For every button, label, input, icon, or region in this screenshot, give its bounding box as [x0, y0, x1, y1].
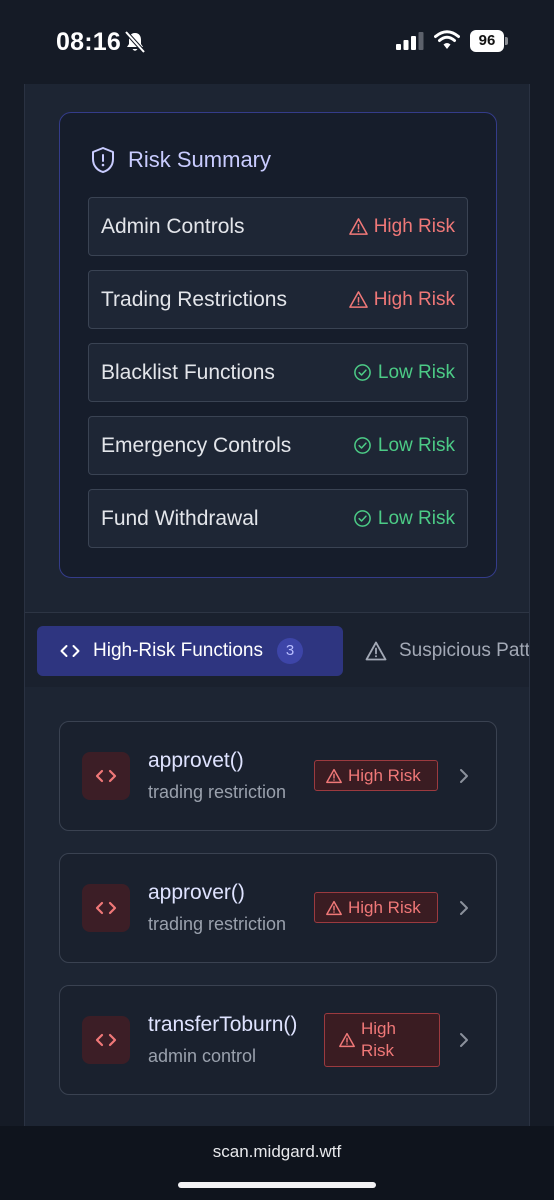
- function-icon-box: [82, 1016, 130, 1064]
- warning-triangle-icon: [365, 641, 387, 661]
- function-name: approvet(): [148, 749, 244, 772]
- risk-badge-text: Low Risk: [377, 362, 455, 383]
- risk-row-label: Fund Withdrawal: [101, 507, 259, 530]
- tab-label: Suspicious Patterns: [399, 640, 530, 661]
- risk-summary-card: Risk Summary Admin Controls High Risk Tr…: [59, 112, 497, 578]
- browser-url-bar[interactable]: scan.midgard.wtf: [0, 1126, 554, 1200]
- warning-triangle-icon: [348, 291, 368, 308]
- tab-label: High-Risk Functions: [93, 640, 263, 661]
- risk-row-label: Trading Restrictions: [101, 288, 287, 311]
- risk-badge-text: High Risk: [348, 765, 421, 785]
- risk-badge-text: High Risk: [348, 897, 421, 917]
- function-type: trading restriction: [148, 914, 287, 934]
- battery-level: 96: [470, 30, 504, 52]
- wifi-icon: [434, 30, 460, 49]
- high-risk-badge: High Risk: [314, 892, 438, 923]
- risk-badge: Low Risk: [353, 417, 455, 474]
- function-icon-box: [82, 884, 130, 932]
- shield-icon: [92, 147, 114, 173]
- risk-row-emergency-controls: Emergency Controls Low Risk: [88, 416, 468, 475]
- screen: 08:16 96 Risk Summary Admin Controls Hig…: [0, 0, 554, 1200]
- risk-row-label: Admin Controls: [101, 215, 245, 238]
- tab-count-badge: 3: [277, 638, 303, 664]
- risk-row-trading-restrictions: Trading Restrictions High Risk: [88, 270, 468, 329]
- risk-badge-text: Low Risk: [377, 508, 455, 529]
- chevron-right-icon[interactable]: [456, 1029, 472, 1051]
- function-type: admin control: [148, 1046, 257, 1066]
- function-type: trading restriction: [148, 782, 287, 802]
- battery-icon: 96: [470, 30, 508, 52]
- risk-summary-title: Risk Summary: [128, 147, 272, 172]
- risk-badge: Low Risk: [353, 344, 455, 401]
- warning-triangle-icon: [326, 768, 342, 783]
- risk-badge: Low Risk: [353, 490, 455, 547]
- risk-badge: High Risk: [348, 271, 455, 328]
- risk-badge-line-1: High: [361, 1019, 396, 1038]
- risk-summary-header: Risk Summary: [90, 145, 271, 175]
- risk-badge-line-2: Risk: [361, 1041, 395, 1060]
- code-icon: [60, 645, 80, 657]
- url-text[interactable]: scan.midgard.wtf: [0, 1142, 554, 1162]
- warning-triangle-icon: [348, 218, 368, 235]
- signal-icon: [396, 32, 424, 50]
- risk-badge-text: High Risk: [373, 289, 455, 310]
- bell-off-icon: [124, 30, 146, 54]
- code-icon: [95, 769, 117, 783]
- check-circle-icon: [354, 437, 371, 454]
- check-circle-icon: [354, 510, 371, 527]
- high-risk-badge: High Risk: [314, 760, 438, 791]
- chevron-right-icon[interactable]: [456, 765, 472, 787]
- risk-row-blacklist-functions: Blacklist Functions Low Risk: [88, 343, 468, 402]
- risk-row-admin-controls: Admin Controls High Risk: [88, 197, 468, 256]
- status-time: 08:16: [56, 28, 121, 56]
- risk-row-label: Emergency Controls: [101, 434, 292, 457]
- chevron-right-icon[interactable]: [456, 897, 472, 919]
- code-icon: [95, 1033, 117, 1047]
- function-card-approver[interactable]: approver() trading restriction High Risk: [59, 853, 497, 963]
- check-circle-icon: [354, 364, 371, 381]
- risk-badge-text: Low Risk: [377, 435, 455, 456]
- risk-row-fund-withdrawal: Fund Withdrawal Low Risk: [88, 489, 468, 548]
- risk-badge-text: High Risk: [373, 216, 455, 237]
- tab-high-risk-functions[interactable]: High-Risk Functions 3: [37, 626, 343, 676]
- risk-badge: High Risk: [348, 198, 455, 255]
- code-icon: [95, 901, 117, 915]
- function-card-transfertoburn[interactable]: transferToburn() admin control High Risk: [59, 985, 497, 1095]
- function-name: approver(): [148, 881, 245, 904]
- home-indicator[interactable]: [178, 1182, 376, 1188]
- function-icon-box: [82, 752, 130, 800]
- status-bar: 08:16 96: [0, 0, 554, 84]
- risk-row-label: Blacklist Functions: [101, 361, 275, 384]
- risk-badge-text: High Risk: [361, 1018, 396, 1062]
- tabs-bar[interactable]: High-Risk Functions 3 Suspicious Pattern…: [25, 613, 530, 687]
- function-card-approvet[interactable]: approvet() trading restriction High Risk: [59, 721, 497, 831]
- function-name: transferToburn(): [148, 1013, 298, 1036]
- warning-triangle-icon: [339, 1032, 355, 1048]
- tab-suspicious-patterns[interactable]: Suspicious Patterns: [365, 626, 530, 676]
- high-risk-badge: High Risk: [324, 1013, 440, 1067]
- main-panel[interactable]: Risk Summary Admin Controls High Risk Tr…: [24, 84, 530, 1126]
- warning-triangle-icon: [326, 900, 342, 915]
- battery-cap: [505, 37, 508, 45]
